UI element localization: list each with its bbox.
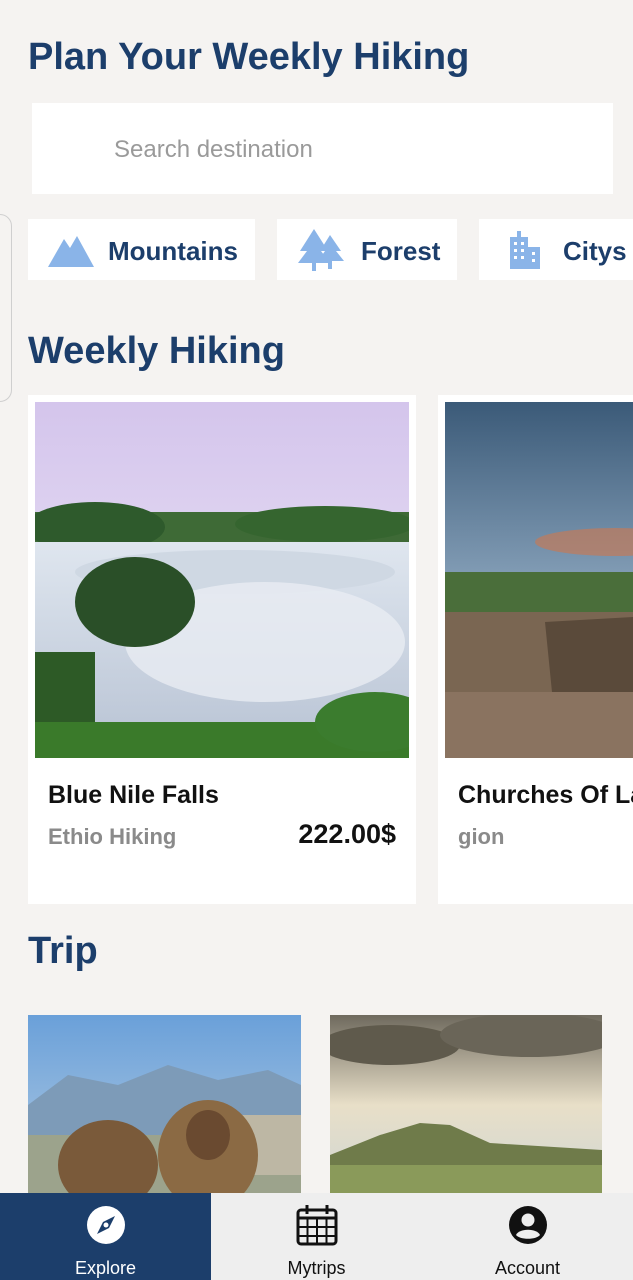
category-label: Mountains [108,236,238,266]
hike-card-churches[interactable]: Churches Of La gion [438,395,633,904]
nav-explore[interactable]: Explore [0,1193,211,1280]
card-price: 222.00$ [298,819,396,849]
nav-label: Explore [74,1258,137,1278]
card-title: Churches Of La [458,781,633,809]
nav-label: Account [494,1258,561,1278]
hike-card-blue-nile-falls[interactable]: Blue Nile Falls Ethio Hiking 222.00$ [28,395,416,904]
waterfall-image [35,402,409,758]
trip-title: Trip [28,930,98,972]
weekly-hiking-title: Weekly Hiking [28,330,285,372]
category-label: Forest [361,236,441,266]
nav-account[interactable]: Account [422,1193,633,1280]
mountain-icon [48,236,94,267]
churches-image [445,402,633,758]
category-label: Citys [563,236,627,266]
category-chip-mountains[interactable]: Mountains [28,219,255,280]
mountain-landscape-image [330,1015,602,1195]
compass-icon [86,1206,125,1244]
forest-icon [298,229,344,271]
card-title: Blue Nile Falls [48,781,219,809]
bottom-nav: Explore Mytrips Account [0,1193,633,1280]
search-bar[interactable] [32,103,613,268]
category-chip-citys[interactable]: Citys [479,219,633,280]
nav-label: Mytrips [287,1258,346,1278]
trip-card-baboons[interactable] [28,1015,301,1195]
calendar-icon [296,1205,337,1246]
baboon-image [28,1015,301,1195]
side-drawer-handle[interactable] [0,214,12,402]
category-chip-forest[interactable]: Forest [277,219,457,280]
nav-mytrips[interactable]: Mytrips [211,1193,422,1280]
search-input[interactable] [112,128,596,172]
account-icon [508,1206,547,1244]
card-organizer: gion [458,824,505,849]
card-organizer: Ethio Hiking [48,824,177,849]
trip-card-mountain[interactable] [330,1015,602,1195]
page-title: Plan Your Weekly Hiking [28,36,470,78]
city-icon [510,231,540,269]
